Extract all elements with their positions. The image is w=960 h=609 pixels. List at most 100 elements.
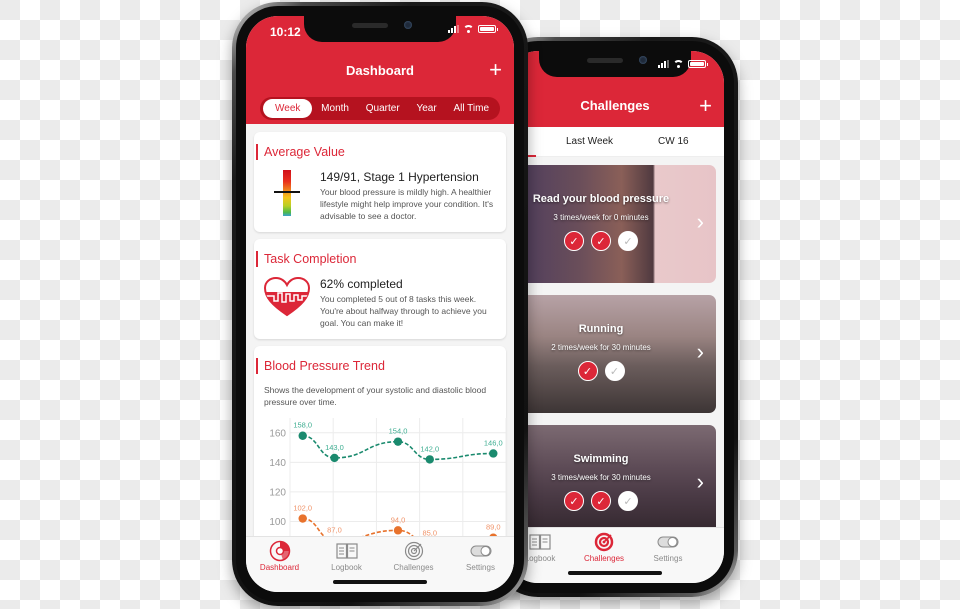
- period-week[interactable]: Week: [263, 99, 313, 118]
- challenge-name: Swimming: [573, 453, 629, 465]
- wifi-icon: [673, 60, 684, 68]
- toggle-icon: [470, 541, 492, 561]
- y-tick-label: 140: [269, 458, 286, 469]
- signal-icon: [658, 60, 669, 68]
- dashboard-content: Average Value 149/91, Stage 1 Hypertensi…: [246, 124, 514, 558]
- task-completion-card[interactable]: Task Completion 62% completed You comple…: [254, 239, 506, 339]
- tab-logbook[interactable]: Logbook: [317, 541, 377, 592]
- tab-challenges[interactable]: Challenges: [384, 541, 444, 592]
- data-label-systolic: 143,0: [325, 443, 344, 452]
- y-tick-label: 160: [269, 428, 286, 439]
- check-done-icon[interactable]: ✓: [591, 231, 611, 251]
- period-quarter[interactable]: Quarter: [358, 99, 408, 118]
- data-point-systolic: [330, 453, 339, 463]
- wifi-icon: [463, 25, 474, 33]
- battery-icon: [478, 25, 498, 33]
- check-pending-icon[interactable]: ✓: [618, 231, 638, 251]
- target-icon: [403, 541, 425, 561]
- tab-dashboard[interactable]: Dashboard: [250, 540, 310, 592]
- period-year[interactable]: Year: [408, 99, 444, 118]
- data-label-diastolic: 102,0: [293, 504, 312, 513]
- average-value-card[interactable]: Average Value 149/91, Stage 1 Hypertensi…: [254, 132, 506, 232]
- challenge-card-running[interactable]: Running 2 times/week for 30 minutes ✓ ✓ …: [506, 295, 716, 413]
- data-label-diastolic: 94,0: [391, 515, 406, 524]
- tab-label: Dashboard: [259, 563, 300, 572]
- logbook-icon: [335, 541, 358, 561]
- trend-chart: 16014012010080158,0143,0154,0142,0146,01…: [264, 414, 507, 558]
- average-value-description: Your blood pressure is mildly high. A he…: [320, 187, 494, 221]
- data-label-systolic: 142,0: [420, 444, 439, 453]
- add-button[interactable]: +: [489, 59, 502, 81]
- blood-pressure-trend-card[interactable]: Blood Pressure Trend Shows the developme…: [254, 346, 507, 558]
- phone-challenges: Challenges + ek Last Week CW 16 Read you…: [492, 37, 738, 597]
- challenge-frequency: 3 times/week for 30 minutes: [551, 473, 651, 482]
- data-label-systolic: 154,0: [389, 427, 408, 436]
- tab-label: Logbook: [524, 554, 556, 563]
- data-point-systolic: [425, 455, 434, 464]
- period-selector: Week Month Quarter Year All Time: [260, 97, 500, 120]
- dashboard-icon: [269, 540, 291, 562]
- data-point-systolic: [489, 449, 498, 458]
- period-month[interactable]: Month: [313, 99, 357, 118]
- check-done-icon[interactable]: ✓: [577, 361, 598, 381]
- heart-progress-icon: [263, 276, 311, 322]
- challenge-card-blood-pressure[interactable]: Read your blood pressure 3 times/week fo…: [506, 165, 716, 283]
- plus-icon: +: [489, 57, 502, 82]
- tab-label: Settings: [653, 554, 683, 563]
- tab-last-week[interactable]: Last Week: [566, 136, 613, 147]
- check-pending-icon[interactable]: ✓: [604, 361, 625, 381]
- tab-label: Challenges: [393, 563, 434, 572]
- tab-settings[interactable]: Settings: [451, 541, 511, 592]
- challenges-screen: Challenges + ek Last Week CW 16 Read you…: [506, 51, 724, 583]
- trend-description: Shows the development of your systolic a…: [264, 385, 487, 407]
- challenge-card-swimming[interactable]: Swimming 3 times/week for 30 minutes ✓ ✓…: [506, 425, 716, 543]
- data-label-systolic: 146,0: [484, 438, 503, 447]
- signal-icon: [448, 25, 459, 33]
- challenge-list: Read your blood pressure 3 times/week fo…: [506, 157, 724, 543]
- check-done-icon[interactable]: ✓: [591, 491, 611, 511]
- tab-label: Challenges: [583, 554, 625, 563]
- y-tick-label: 100: [269, 517, 286, 528]
- dashboard-screen: 10:12 Dashboard + Week Month Quarter Yea…: [246, 16, 514, 592]
- card-title: Blood Pressure Trend: [256, 358, 496, 374]
- chevron-right-icon[interactable]: ›: [697, 469, 704, 495]
- status-bar: [506, 51, 724, 81]
- card-title: Task Completion: [256, 251, 496, 267]
- logbook-icon: [529, 532, 551, 552]
- week-tabs: ek Last Week CW 16: [506, 127, 724, 157]
- tab-label: Settings: [466, 563, 495, 572]
- card-title: Average Value: [256, 144, 496, 160]
- challenge-frequency: 3 times/week for 0 minutes: [553, 213, 649, 222]
- chevron-right-icon[interactable]: ›: [697, 339, 704, 365]
- period-all-time[interactable]: All Time: [445, 99, 497, 118]
- challenge-name: Running: [578, 323, 624, 335]
- target-icon: [593, 532, 615, 552]
- tab-challenges[interactable]: Challenges: [574, 532, 634, 583]
- status-time: 10:12: [270, 25, 301, 39]
- data-point-diastolic: [393, 526, 403, 535]
- trend-chart-svg: 16014012010080158,0143,0154,0142,0146,01…: [269, 418, 507, 558]
- toggle-icon: [657, 532, 679, 552]
- tab-cw16[interactable]: CW 16: [658, 136, 689, 147]
- check-done-icon[interactable]: ✓: [564, 491, 584, 511]
- check-done-icon[interactable]: ✓: [564, 231, 584, 251]
- data-point-systolic: [393, 437, 403, 446]
- challenge-checks: ✓ ✓ ✓: [506, 491, 696, 511]
- task-completion-headline: 62% completed: [320, 277, 403, 291]
- data-label-diastolic: 87,0: [327, 526, 342, 535]
- phone-dashboard: 10:12 Dashboard + Week Month Quarter Yea…: [232, 2, 528, 606]
- blood-pressure-gauge-icon: [272, 170, 302, 216]
- average-value-headline: 149/91, Stage 1 Hypertension: [320, 170, 479, 184]
- data-point-systolic: [298, 431, 307, 440]
- status-bar: 10:12: [246, 16, 514, 46]
- data-label-diastolic: 89,0: [486, 523, 501, 532]
- add-challenge-button[interactable]: +: [699, 95, 712, 117]
- challenge-checks: ✓ ✓: [506, 361, 696, 381]
- challenge-name: Read your blood pressure: [532, 193, 670, 205]
- challenge-frequency: 2 times/week for 30 minutes: [551, 343, 651, 352]
- check-pending-icon[interactable]: ✓: [618, 491, 638, 511]
- data-label-systolic: 158,0: [293, 421, 312, 430]
- plus-icon: +: [699, 93, 712, 118]
- tab-settings[interactable]: Settings: [638, 532, 698, 583]
- chevron-right-icon[interactable]: ›: [697, 209, 704, 235]
